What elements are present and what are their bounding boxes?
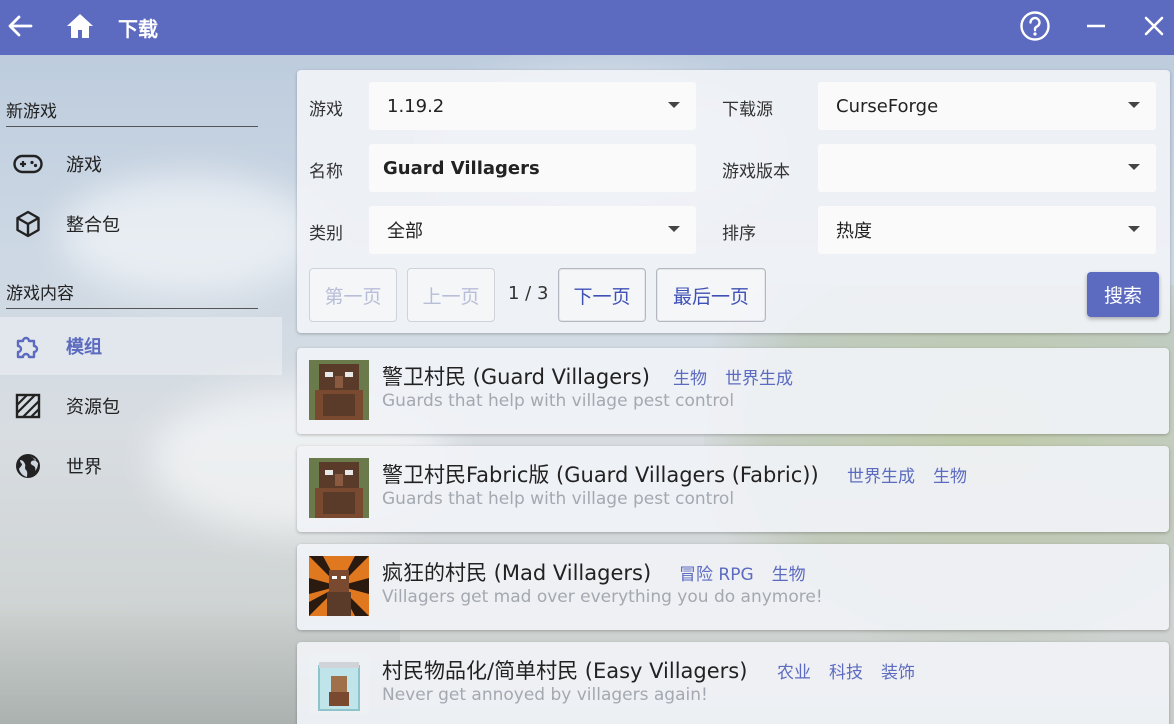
- category-label: 类别: [309, 224, 343, 244]
- globe-icon: [13, 451, 43, 481]
- chevron-down-icon: [1128, 102, 1140, 108]
- list-item[interactable]: 警卫村民Fabric版 (Guard Villagers (Fabric)) 世…: [297, 446, 1169, 532]
- close-icon: [1143, 15, 1165, 41]
- title-bar: 下载: [0, 0, 1174, 55]
- chevron-down-icon: [668, 102, 680, 108]
- mod-description: Guards that help with village pest contr…: [382, 489, 735, 509]
- category-select[interactable]: 全部: [369, 206, 696, 254]
- sidebar-item-label: 世界: [66, 457, 102, 478]
- texture-icon: [13, 391, 43, 421]
- mod-description: Never get annoyed by villagers again!: [382, 685, 708, 705]
- page-indicator: 1 / 3: [508, 283, 549, 304]
- sidebar-item-game[interactable]: 游戏: [0, 135, 282, 193]
- mod-tag: 科技: [829, 663, 863, 683]
- name-input-value: Guard Villagers: [383, 157, 540, 179]
- back-arrow-icon: [7, 13, 33, 43]
- list-item[interactable]: 警卫村民 (Guard Villagers) 生物 世界生成 Guards th…: [297, 348, 1169, 434]
- mod-tag: 农业: [777, 663, 811, 683]
- mod-title: 警卫村民Fabric版 (Guard Villagers (Fabric)): [382, 463, 819, 487]
- mod-description: Guards that help with village pest contr…: [382, 391, 735, 411]
- sidebar-item-resourcepack[interactable]: 资源包: [0, 377, 282, 435]
- mod-description: Villagers get mad over everything you do…: [382, 587, 823, 607]
- list-item[interactable]: 疯狂的村民 (Mad Villagers) 冒险 RPG 生物 Villager…: [297, 544, 1169, 630]
- source-label: 下载源: [722, 100, 773, 120]
- list-item[interactable]: 村民物品化/简单村民 (Easy Villagers) 农业 科技 装饰 Nev…: [297, 642, 1169, 724]
- mod-tag: 冒险 RPG: [679, 565, 754, 585]
- prev-page-button[interactable]: 上一页: [407, 268, 495, 322]
- name-label: 名称: [309, 162, 343, 182]
- mod-tag: 世界生成: [847, 467, 915, 487]
- mod-tag: 世界生成: [725, 369, 793, 389]
- search-panel: 游戏 1.19.2 下载源 CurseForge 名称 Guard Villag…: [297, 70, 1170, 333]
- mod-tag: 生物: [933, 467, 967, 487]
- mod-thumbnail: [309, 458, 369, 518]
- sort-label: 排序: [722, 224, 756, 244]
- home-icon: [65, 12, 95, 44]
- puzzle-icon: [13, 331, 43, 361]
- mod-thumbnail: [309, 360, 369, 420]
- section-header-game-content: 游戏内容: [6, 279, 258, 309]
- game-version-filter-select[interactable]: [818, 144, 1156, 192]
- gamepad-icon: [13, 149, 43, 179]
- close-button[interactable]: [1134, 8, 1174, 48]
- sidebar-item-modpack[interactable]: 整合包: [0, 195, 282, 253]
- search-button[interactable]: 搜索: [1087, 272, 1159, 317]
- source-select[interactable]: CurseForge: [818, 82, 1156, 130]
- mod-tag: 装饰: [881, 663, 915, 683]
- minimize-icon: [1085, 15, 1107, 41]
- source-value: CurseForge: [836, 95, 939, 117]
- game-version-select[interactable]: 1.19.2: [369, 82, 696, 130]
- chevron-down-icon: [668, 226, 680, 232]
- sidebar-item-label: 资源包: [66, 397, 120, 418]
- mod-thumbnail: [309, 556, 369, 616]
- name-input[interactable]: Guard Villagers: [369, 144, 696, 192]
- mod-tag: 生物: [771, 565, 806, 585]
- window-title: 下载: [118, 17, 158, 41]
- minimize-button[interactable]: [1076, 8, 1116, 48]
- first-page-button[interactable]: 第一页: [309, 268, 397, 322]
- sidebar: 新游戏 游戏 整合包 游戏内容 模组 资源包 世界: [0, 55, 282, 724]
- back-button[interactable]: [0, 8, 40, 48]
- game-version-label: 游戏版本: [722, 162, 790, 182]
- sort-value: 热度: [836, 221, 872, 242]
- sidebar-item-label: 整合包: [66, 215, 120, 236]
- chevron-down-icon: [1128, 164, 1140, 170]
- sidebar-item-world[interactable]: 世界: [0, 437, 282, 495]
- mod-title: 疯狂的村民 (Mad Villagers): [382, 561, 652, 585]
- section-header-new-game: 新游戏: [6, 97, 258, 127]
- mod-tag: 生物: [673, 369, 707, 389]
- mod-title: 村民物品化/简单村民 (Easy Villagers): [382, 659, 748, 683]
- help-icon: [1019, 10, 1051, 46]
- chevron-down-icon: [1128, 226, 1140, 232]
- sidebar-item-label: 游戏: [66, 155, 102, 176]
- last-page-button[interactable]: 最后一页: [656, 268, 766, 322]
- help-button[interactable]: [1015, 8, 1055, 48]
- sort-select[interactable]: 热度: [818, 206, 1156, 254]
- mod-title: 警卫村民 (Guard Villagers): [382, 365, 650, 389]
- mod-thumbnail: [309, 654, 369, 714]
- sidebar-item-label: 模组: [66, 337, 102, 358]
- package-icon: [13, 209, 43, 239]
- game-label: 游戏: [309, 100, 343, 120]
- home-button[interactable]: [60, 8, 100, 48]
- category-value: 全部: [387, 221, 423, 242]
- game-version-value: 1.19.2: [387, 95, 445, 117]
- next-page-button[interactable]: 下一页: [558, 268, 646, 322]
- sidebar-item-mods[interactable]: 模组: [0, 317, 282, 375]
